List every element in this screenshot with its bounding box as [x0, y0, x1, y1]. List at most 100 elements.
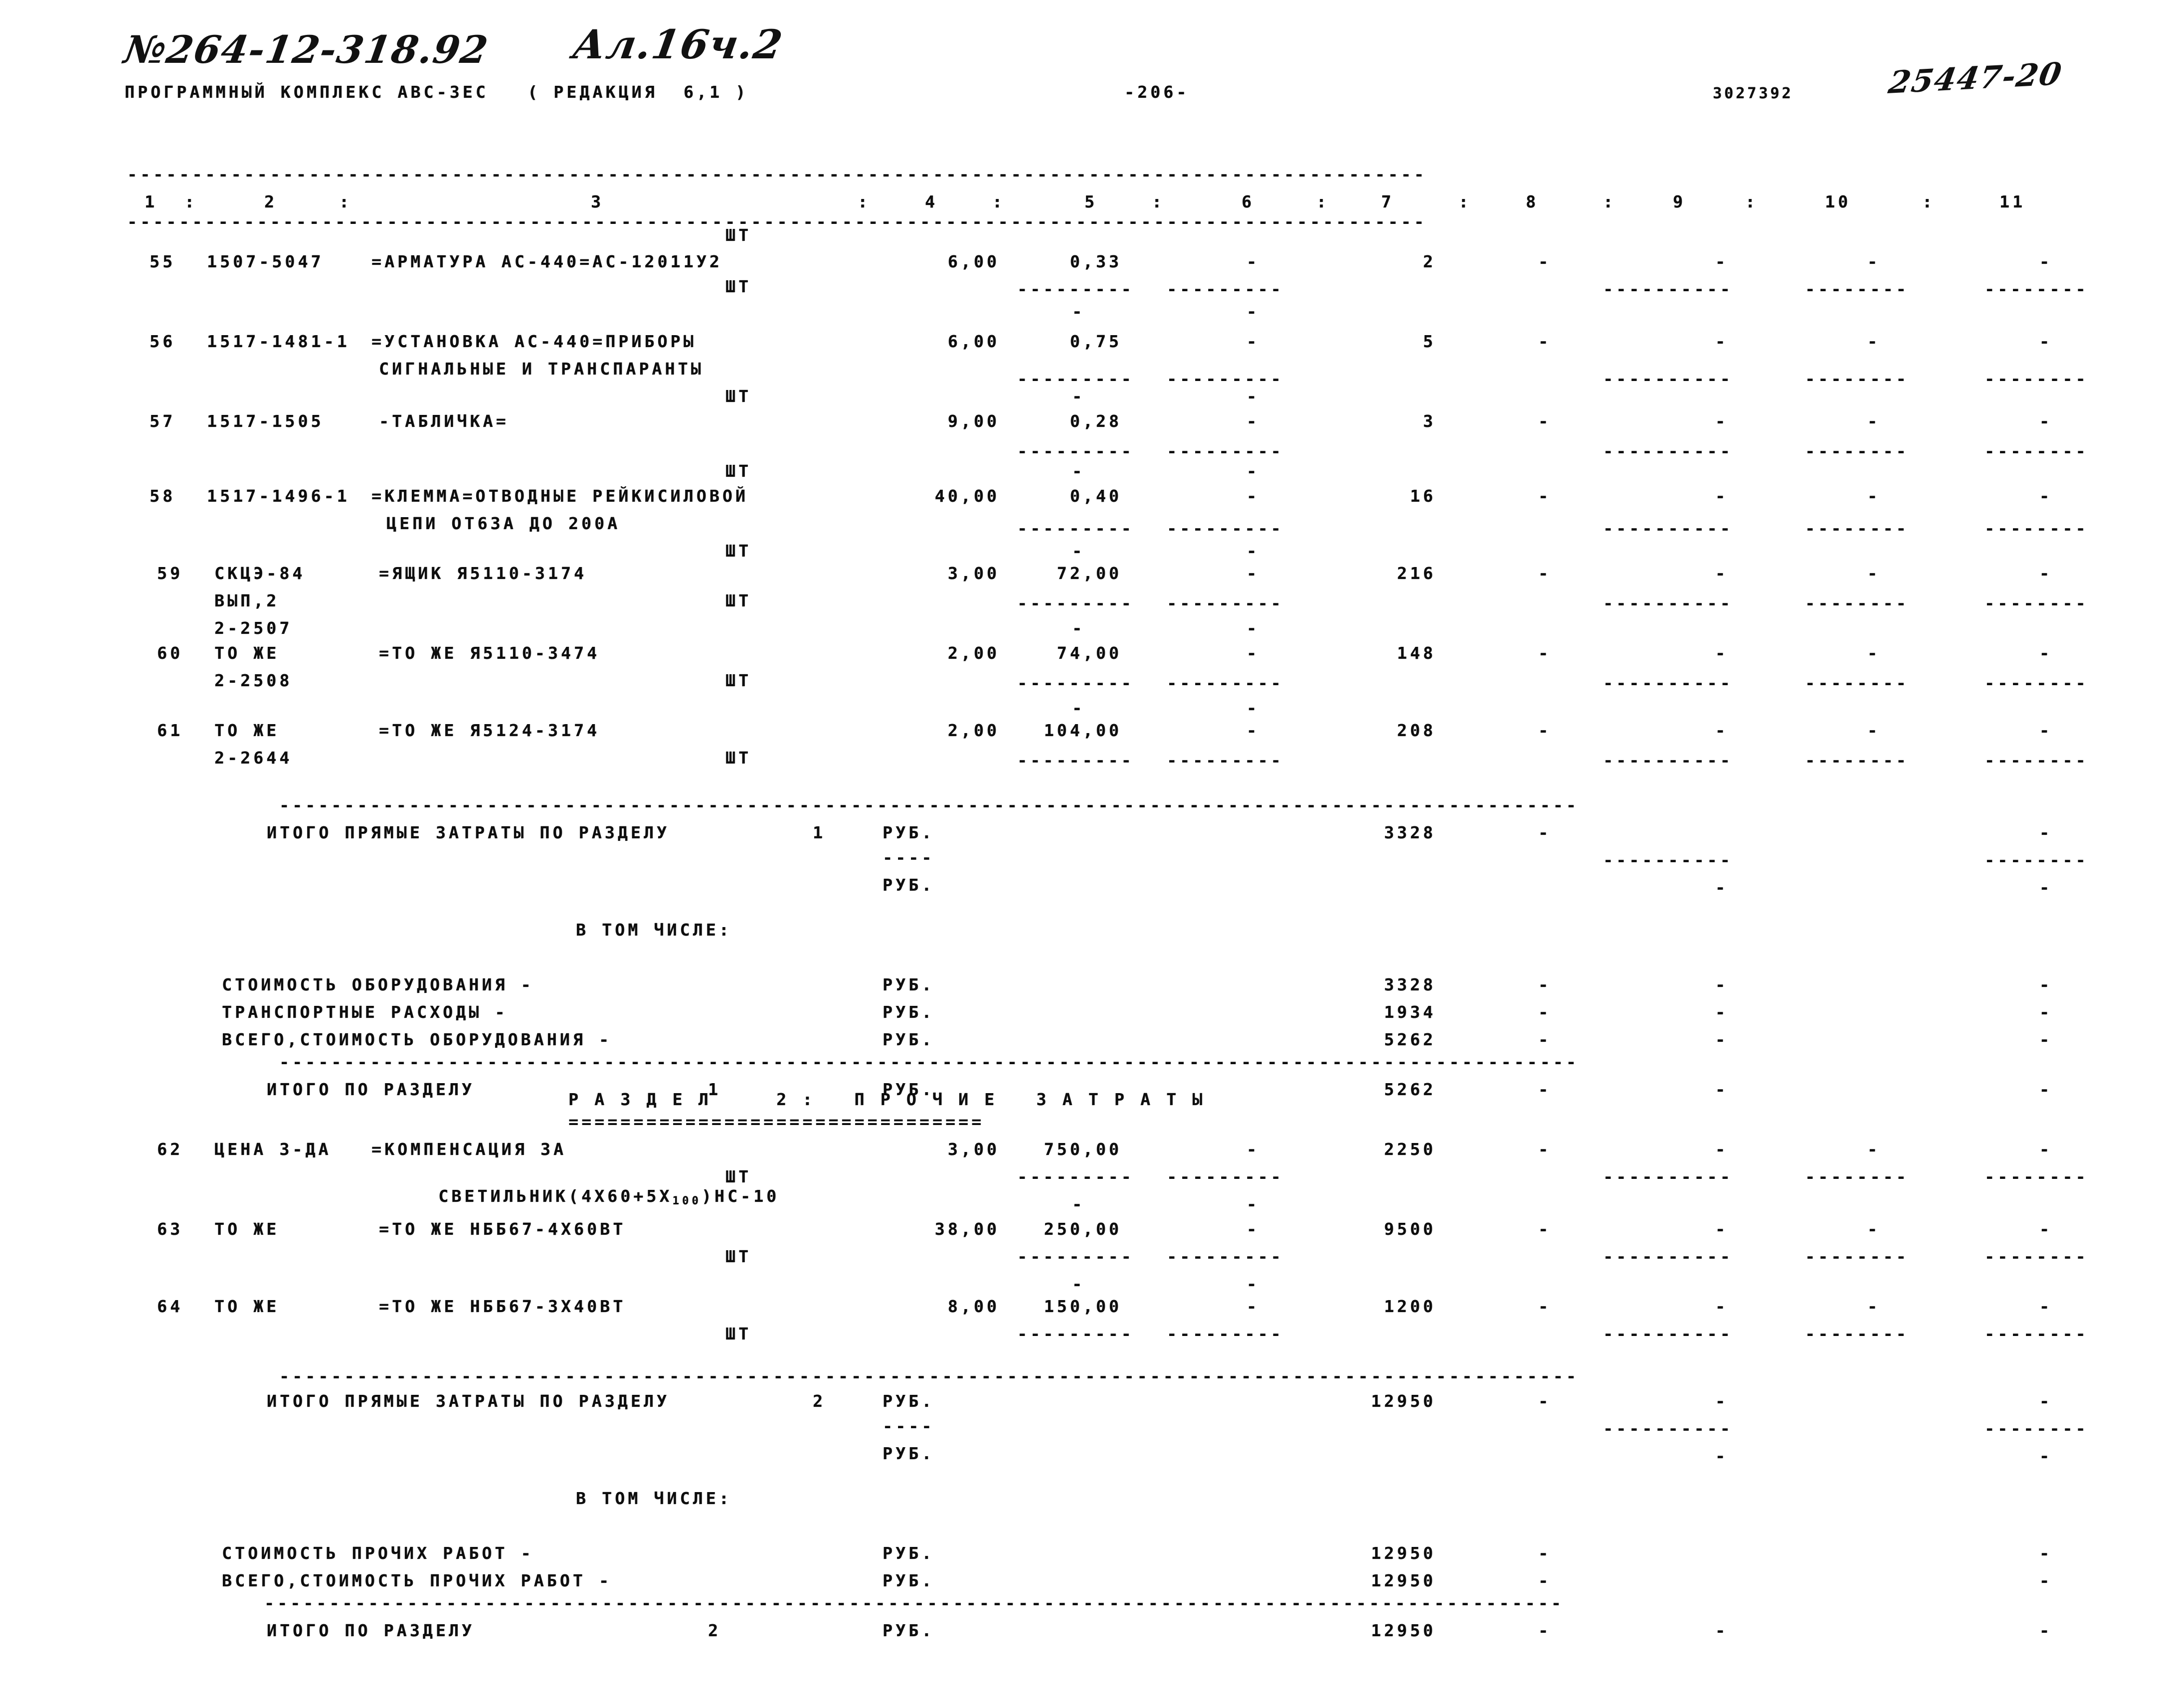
row-number: 63: [157, 1219, 183, 1239]
row-col5-dash: -: [1072, 461, 1086, 481]
row-rule-price: ---------: [1017, 519, 1134, 538]
row-col5-dash: -: [1072, 698, 1086, 718]
row-rule-col10: --------: [1805, 369, 1909, 388]
row-col11: -: [2039, 486, 2053, 506]
row-name-cont-a: СВЕТИЛЬНИК(4Х60+5Х: [438, 1186, 673, 1206]
section2-line-col11: -: [2039, 1543, 2053, 1563]
row-col9: -: [1715, 1219, 1729, 1239]
row-col9: -: [1715, 1139, 1729, 1159]
row-rule-col9: ----------: [1603, 441, 1733, 461]
row-code: ТО ЖЕ: [214, 721, 280, 740]
row-rule-col6: ---------: [1167, 279, 1284, 299]
row-col8: -: [1538, 486, 1552, 506]
row-col8: -: [1538, 411, 1552, 431]
section2-line-value: 12950: [1371, 1543, 1436, 1563]
section1-line-col9: -: [1715, 1002, 1729, 1022]
section1-direct-col8: -: [1538, 823, 1552, 842]
row-col10: -: [1867, 564, 1881, 583]
row-col11: -: [2039, 1219, 2053, 1239]
section2-line-label: ВСЕГО,СТОИМОСТЬ ПРОЧИХ РАБОТ -: [222, 1571, 612, 1590]
column-header-3: 3: [591, 192, 604, 211]
section2-line-col11: -: [2039, 1571, 2053, 1590]
row-rule-col11: --------: [1985, 441, 2089, 461]
row-col5-dash: -: [1072, 386, 1086, 406]
row-rule-price: ---------: [1017, 673, 1134, 693]
row-rule-col11: --------: [1985, 593, 2089, 613]
row-qty: 38,00: [934, 1219, 1000, 1239]
row-price: 250,00: [1044, 1219, 1122, 1239]
section1-including-label: В ТОМ ЧИСЛЕ:: [576, 920, 732, 940]
row-rule-col11: --------: [1985, 279, 2089, 299]
row-col6-dash: -: [1247, 541, 1260, 561]
row-total: 5: [1423, 332, 1436, 351]
row-number: 61: [157, 721, 183, 740]
section2-direct-value: 12950: [1371, 1391, 1436, 1411]
row-rule-col9: ----------: [1603, 1324, 1733, 1343]
column-sep-3: :: [858, 192, 871, 211]
section2-line-label: СТОИМОСТЬ ПРОЧИХ РАБОТ -: [222, 1543, 534, 1563]
row-qty: 3,00: [947, 1139, 1000, 1159]
section1-line-label: ВСЕГО,СТОИМОСТЬ ОБОРУДОВАНИЯ -: [222, 1030, 612, 1049]
column-header-6: 6: [1242, 192, 1255, 211]
handwritten-sheet-label: Ал.16ч.2: [569, 21, 787, 68]
row-unit: ШТ: [726, 1247, 752, 1266]
section2-line-col8: -: [1538, 1543, 1552, 1563]
row-rule-col9: ----------: [1603, 519, 1733, 538]
section1-line-col9: -: [1715, 975, 1729, 994]
row-total: 216: [1397, 564, 1436, 583]
row-col9: -: [1715, 1297, 1729, 1316]
row-rule-col9: ----------: [1603, 369, 1733, 388]
row-number: 64: [157, 1297, 183, 1316]
row-price: 104,00: [1044, 721, 1122, 740]
row-rule-col11: --------: [1985, 1167, 2089, 1186]
section1-total-value: 5262: [1384, 1080, 1436, 1099]
row-col10: -: [1867, 1139, 1881, 1159]
row-col9: -: [1715, 643, 1729, 663]
row-rule-col11: --------: [1985, 751, 2089, 770]
row-col8: -: [1538, 1297, 1552, 1316]
row-col10: -: [1867, 721, 1881, 740]
row-name: =ТО ЖЕ НББ67-3Х40ВТ: [379, 1297, 626, 1316]
row-unit-last: ШТ: [726, 1324, 752, 1343]
row-col8: -: [1538, 564, 1552, 583]
section2-heading-rule: ================================: [568, 1112, 985, 1132]
section2-rule-col9: ----------: [1603, 1419, 1733, 1438]
row-unit: ШТ: [726, 277, 752, 296]
page-number: -206-: [1124, 82, 1190, 102]
section2-direct-col9: -: [1715, 1391, 1729, 1411]
row-col5-dash: -: [1072, 302, 1086, 321]
row-number: 60: [157, 643, 183, 663]
row-col6: -: [1247, 1297, 1260, 1316]
column-sep-8: :: [1603, 192, 1617, 211]
row-col10: -: [1867, 643, 1881, 663]
row-col11: -: [2039, 1139, 2053, 1159]
row-price: 150,00: [1044, 1297, 1122, 1316]
row-rule-price: ---------: [1017, 369, 1134, 388]
row-total: 2250: [1384, 1139, 1436, 1159]
table-rule-header-bottom: ----------------------------------------…: [127, 212, 1427, 231]
row-col8: -: [1538, 1139, 1552, 1159]
row-rule-col10: --------: [1805, 1167, 1909, 1186]
section1-line-unit: РУБ.: [883, 1030, 935, 1049]
section2-including-label: В ТОМ ЧИСЛЕ:: [576, 1489, 732, 1508]
row-rule-price: ---------: [1017, 441, 1134, 461]
section2-col9b: -: [1715, 1446, 1729, 1466]
row-qty: 40,00: [934, 486, 1000, 506]
row-number: 62: [157, 1139, 183, 1159]
row-code-line3: 2-2508: [214, 671, 293, 690]
row-unit-last: ШТ: [726, 748, 752, 767]
row-number: 57: [150, 411, 176, 431]
section2-heading: Р А З Д Е Л 2 : П Р О Ч И Е З А Т Р А Т …: [568, 1090, 1206, 1109]
section1-line-value: 1934: [1384, 1002, 1436, 1022]
row-col11: -: [2039, 643, 2053, 663]
row-col6: -: [1247, 411, 1260, 431]
row-col6-dash: -: [1247, 461, 1260, 481]
row-qty: 9,00: [947, 411, 1000, 431]
section1-line-col11: -: [2039, 1030, 2053, 1049]
section1-line-label: СТОИМОСТЬ ОБОРУДОВАНИЯ -: [222, 975, 534, 994]
row-code-line3: 2-2507: [214, 618, 293, 638]
section1-direct-section-number: 1: [813, 823, 826, 842]
row-col8: -: [1538, 1219, 1552, 1239]
section2-direct-col8: -: [1538, 1391, 1552, 1411]
section2-total-unit: РУБ.: [883, 1621, 935, 1640]
